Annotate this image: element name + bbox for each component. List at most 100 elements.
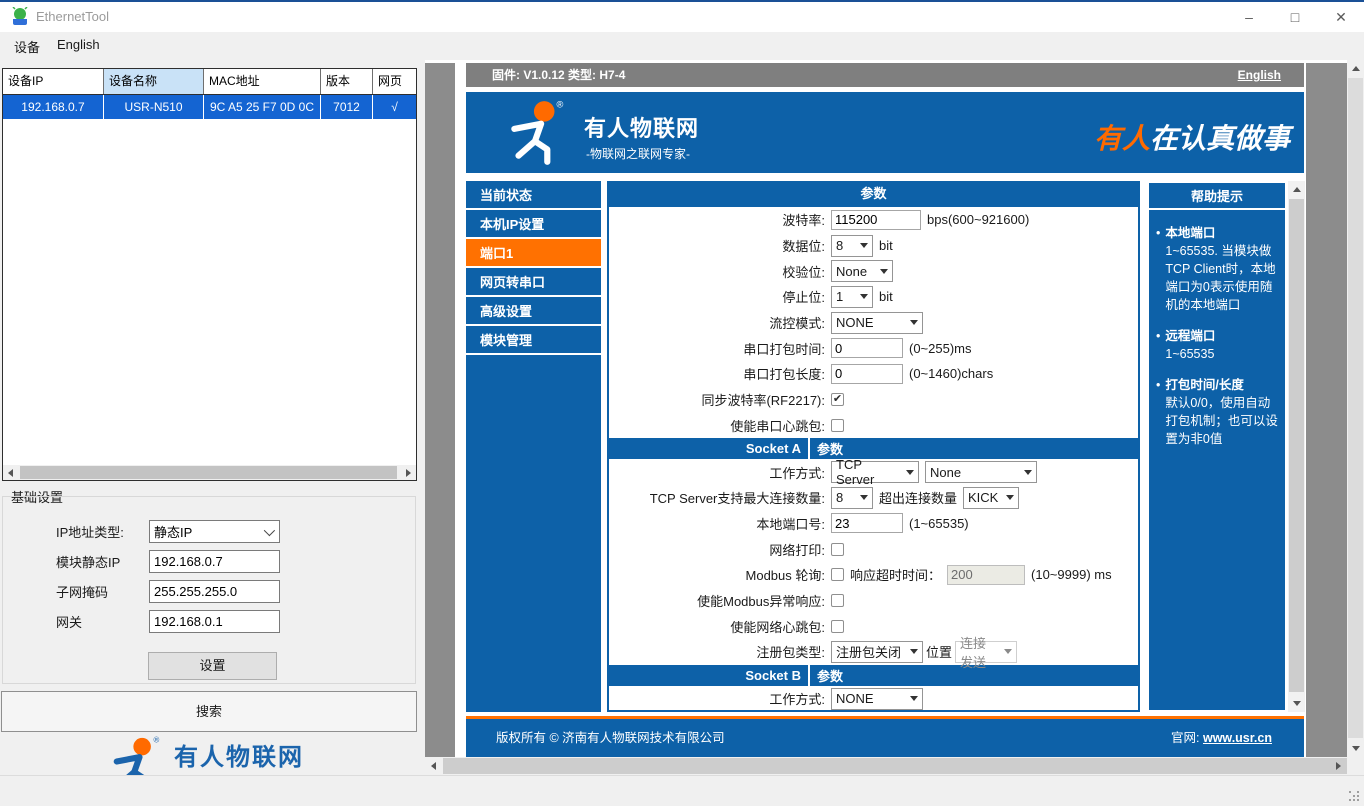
window-hscroll-thumb[interactable]: [443, 758, 1364, 774]
subnet-mask-input[interactable]: [149, 580, 280, 603]
modbus-poll-label: Modbus 轮询:: [745, 568, 825, 584]
flow-label: 流控模式:: [769, 316, 825, 332]
table-hscroll-thumb[interactable]: [20, 466, 397, 479]
scroll-right-icon[interactable]: [1330, 757, 1347, 774]
page-right-margin: [1306, 63, 1347, 757]
usr-site-link[interactable]: www.usr.cn: [1203, 731, 1272, 745]
table-row[interactable]: 192.168.0.7 USR-N510 9C A5 25 F7 0D 0C 7…: [3, 95, 416, 119]
serial-heartbeat-checkbox[interactable]: [831, 418, 844, 432]
col-device-ip[interactable]: 设备IP: [3, 69, 104, 94]
col-mac[interactable]: MAC地址: [204, 69, 321, 94]
netprint-checkbox[interactable]: [831, 542, 844, 556]
table-hscrollbar[interactable]: [3, 465, 416, 480]
modbus-poll-checkbox[interactable]: [831, 568, 844, 582]
site-label: 官网:: [1171, 731, 1200, 745]
maximize-button[interactable]: □: [1272, 2, 1318, 32]
kick-select[interactable]: KICK: [963, 486, 1020, 509]
cell-version[interactable]: 7012: [321, 95, 373, 119]
window-vscroll-thumb[interactable]: [1348, 78, 1363, 738]
web-header: ® 有人物联网 -物联网之联网专家- 有人在认真做事: [466, 92, 1304, 173]
window-vscrollbar[interactable]: [1347, 60, 1364, 757]
minimize-button[interactable]: –: [1226, 2, 1272, 32]
scroll-down-icon[interactable]: [1347, 740, 1364, 757]
help-panel: 帮助提示 本地端口1~65535. 当模块做TCP Client时，本地端口为0…: [1147, 181, 1287, 712]
static-ip-label: 模块静态IP: [56, 555, 121, 570]
web-footer: 版权所有 © 济南有人物联网技术有限公司 官网: www.usr.cn: [466, 719, 1304, 757]
cell-device-ip[interactable]: 192.168.0.7: [3, 95, 104, 119]
scroll-down-icon[interactable]: [1288, 695, 1305, 712]
nav-advanced[interactable]: 高级设置: [466, 297, 601, 326]
regpkt-label: 注册包类型:: [756, 645, 825, 661]
content-vscroll-thumb[interactable]: [1289, 199, 1304, 692]
databits-select[interactable]: 8: [831, 234, 873, 257]
search-button[interactable]: 搜索: [1, 691, 417, 732]
cell-mac[interactable]: 9C A5 25 F7 0D 0C: [204, 95, 321, 119]
dropdown-arrow-icon: [860, 294, 868, 300]
dropdown-arrow-icon: [910, 320, 918, 326]
workmode-b-select[interactable]: NONE: [831, 687, 923, 710]
copyright-text: 版权所有 © 济南有人物联网技术有限公司: [496, 731, 725, 745]
dropdown-arrow-icon: [910, 696, 918, 702]
form-title: 参数: [607, 181, 1140, 207]
regpkt-pos-select[interactable]: 连接发送: [955, 636, 1018, 670]
nav-local-ip[interactable]: 本机IP设置: [466, 210, 601, 239]
ip-type-label: IP地址类型:: [56, 525, 124, 540]
modbus-exception-checkbox[interactable]: [831, 593, 844, 607]
stopbits-select[interactable]: 1: [831, 285, 873, 308]
localport-label: 本地端口号:: [756, 516, 825, 532]
usr-logo-title: 有人物联网: [174, 743, 304, 771]
nav-web-to-serial[interactable]: 网页转串口: [466, 268, 601, 297]
net-heartbeat-label: 使能网络心跳包:: [730, 619, 825, 635]
scroll-left-icon[interactable]: [425, 757, 442, 774]
workmode-a-sub-select[interactable]: None: [925, 461, 1037, 484]
content-vscrollbar[interactable]: [1288, 181, 1305, 712]
dropdown-arrow-icon: [880, 268, 888, 274]
localport-input[interactable]: [831, 513, 903, 534]
nav-port1[interactable]: 端口1: [466, 239, 601, 268]
menu-device[interactable]: 设备: [14, 37, 40, 56]
resize-grip-icon[interactable]: [1349, 791, 1362, 804]
help-item: 打包时间/长度默认0/0，使用自动打包机制；也可以设置为非0值: [1153, 376, 1279, 448]
maxconn-select[interactable]: 8: [831, 486, 873, 509]
flow-select[interactable]: NONE: [831, 311, 923, 334]
col-web[interactable]: 网页: [373, 69, 416, 94]
menu-english[interactable]: English: [57, 37, 100, 52]
baud-input[interactable]: [831, 209, 921, 230]
dropdown-arrow-icon: [860, 495, 868, 501]
window-hscrollbar[interactable]: [425, 757, 1364, 775]
scroll-up-icon[interactable]: [1288, 181, 1305, 198]
english-link[interactable]: English: [1238, 63, 1281, 87]
help-title: 帮助提示: [1149, 183, 1285, 210]
workmode-b-label: 工作方式:: [769, 692, 825, 708]
set-button[interactable]: 设置: [148, 652, 277, 680]
net-heartbeat-checkbox[interactable]: [831, 619, 844, 633]
static-ip-input[interactable]: [149, 550, 280, 573]
workmode-a-select[interactable]: TCP Server: [831, 457, 919, 487]
nav-module-admin[interactable]: 模块管理: [466, 326, 601, 355]
window-title: EthernetTool: [36, 9, 109, 24]
regpkt-select[interactable]: 注册包关闭: [831, 640, 923, 663]
sync-baud-checkbox[interactable]: ✔: [831, 393, 844, 407]
packtime-input[interactable]: [831, 338, 903, 359]
col-device-name[interactable]: 设备名称: [104, 69, 204, 94]
packlen-input[interactable]: [831, 363, 903, 384]
parity-label: 校验位:: [782, 264, 825, 280]
gateway-input[interactable]: [149, 610, 280, 633]
cell-device-name[interactable]: USR-N510: [104, 95, 204, 119]
scroll-up-icon[interactable]: [1347, 60, 1364, 77]
col-version[interactable]: 版本: [321, 69, 373, 94]
modbus-timeout-input[interactable]: [947, 564, 1026, 585]
scroll-right-icon[interactable]: [401, 465, 416, 480]
parity-select[interactable]: None: [831, 260, 893, 283]
netprint-label: 网络打印:: [769, 542, 825, 558]
serial-heartbeat-label: 使能串口心跳包:: [730, 418, 825, 434]
web-link-icon[interactable]: √: [373, 95, 416, 119]
nav-current-status[interactable]: 当前状态: [466, 181, 601, 210]
ip-type-select[interactable]: 静态IP: [149, 520, 280, 543]
dropdown-arrow-icon: [910, 649, 918, 655]
scroll-left-icon[interactable]: [3, 465, 18, 480]
svg-text:®: ®: [154, 735, 160, 744]
close-button[interactable]: ✕: [1318, 2, 1364, 32]
packtime-label: 串口打包时间:: [743, 341, 825, 357]
help-item: 远程端口1~65535: [1153, 327, 1279, 363]
